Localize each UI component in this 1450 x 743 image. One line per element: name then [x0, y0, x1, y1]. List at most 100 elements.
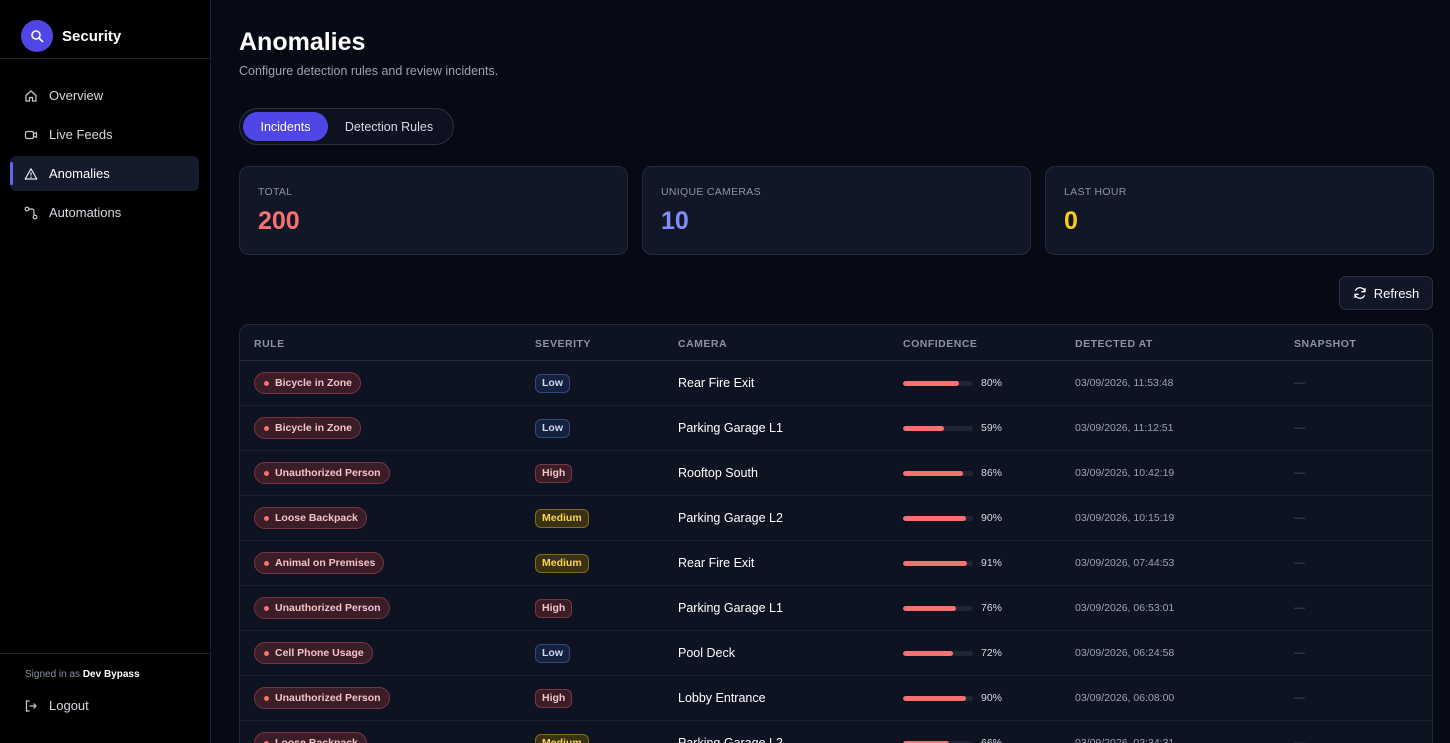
detected-at-value: 03/09/2026, 07:44:53: [1075, 557, 1175, 569]
rule-cell: Bicycle in Zone: [254, 406, 362, 450]
confidence-bar-fill: [903, 560, 967, 566]
confidence-bar-fill: [903, 470, 964, 476]
rule-cell: Bicycle in Zone: [254, 361, 362, 405]
rule-name: Unauthorized Person: [275, 692, 381, 704]
camera-cell: Parking Garage L2: [678, 721, 783, 743]
snapshot-cell: —: [1294, 676, 1305, 720]
detected-at-value: 03/09/2026, 06:53:01: [1075, 602, 1175, 614]
table-header: RULE SEVERITY CAMERA CONFIDENCE DETECTED…: [240, 325, 1432, 361]
severity-cell: Medium: [535, 496, 589, 540]
camera-cell: Parking Garage L1: [678, 406, 783, 450]
view-tabs: Incidents Detection Rules: [239, 108, 454, 145]
detected-at-cell: 03/09/2026, 10:42:19: [1075, 451, 1174, 495]
confidence-cell: 90%: [903, 496, 1002, 540]
rule-badge: Unauthorized Person: [254, 597, 390, 619]
column-header-camera[interactable]: CAMERA: [678, 338, 727, 350]
snapshot-cell: —: [1294, 496, 1305, 540]
table-row[interactable]: Bicycle in Zone Low Rear Fire Exit 80% 03/09…: [240, 361, 1432, 406]
signed-in-user: Dev Bypass: [82, 669, 140, 680]
rule-name: Bicycle in Zone: [275, 422, 353, 434]
rule-cell: Loose Backpack: [254, 721, 367, 743]
confidence-cell: 91%: [903, 541, 1002, 585]
snapshot-value: —: [1294, 377, 1305, 389]
rule-badge: Unauthorized Person: [254, 462, 390, 484]
snapshot-cell: —: [1294, 631, 1305, 675]
camera-name: Rooftop South: [678, 466, 758, 480]
logout-button[interactable]: Logout: [24, 698, 89, 713]
stat-card-unique-cameras: UNIQUE CAMERAS 10: [642, 166, 1031, 255]
confidence-value: 86%: [981, 467, 1003, 479]
status-dot-icon: [264, 470, 269, 476]
severity-badge: Low: [535, 643, 570, 663]
camera-name: Rear Fire Exit: [678, 376, 755, 390]
rule-cell: Unauthorized Person: [254, 586, 390, 630]
table-row[interactable]: Loose Backpack Medium Parking Garage L2 66%…: [240, 721, 1432, 743]
camera-name: Pool Deck: [678, 646, 735, 660]
page-subtitle: Configure detection rules and review inc…: [239, 64, 499, 78]
severity-badge: High: [535, 688, 573, 708]
sidebar-item-live-feeds[interactable]: Live Feeds: [10, 117, 199, 152]
column-header-detected-at[interactable]: DETECTED AT: [1075, 338, 1153, 350]
sidebar-item-automations[interactable]: Automations: [10, 195, 199, 230]
sidebar: Security Overview Live Feeds Anomalies A…: [0, 0, 211, 743]
refresh-button[interactable]: Refresh: [1339, 276, 1433, 310]
column-header-rule[interactable]: RULE: [254, 338, 285, 350]
detected-at-cell: 03/09/2026, 07:44:53: [1075, 541, 1174, 585]
sidebar-item-anomalies[interactable]: Anomalies: [10, 156, 199, 191]
table-row[interactable]: Loose Backpack Medium Parking Garage L2 90%…: [240, 496, 1432, 541]
alert-triangle-icon: [24, 167, 38, 181]
sidebar-divider: [0, 653, 210, 654]
sidebar-item-overview[interactable]: Overview: [10, 78, 199, 113]
status-dot-icon: [264, 605, 269, 611]
rule-badge: Bicycle in Zone: [254, 372, 362, 394]
detected-at-value: 03/09/2026, 10:42:19: [1075, 467, 1175, 479]
confidence-bar: [903, 605, 973, 611]
confidence-value: 76%: [981, 602, 1003, 614]
camera-name: Parking Garage L1: [678, 601, 783, 615]
table-row[interactable]: Unauthorized Person High Lobby Entrance 90%…: [240, 676, 1432, 721]
detected-at-cell: 03/09/2026, 03:34:31: [1075, 721, 1174, 743]
camera-cell: Parking Garage L2: [678, 496, 783, 540]
brand[interactable]: Security: [21, 20, 121, 52]
column-header-confidence[interactable]: CONFIDENCE: [903, 338, 977, 350]
confidence-value: 80%: [981, 377, 1003, 389]
severity-badge: Low: [535, 418, 570, 438]
confidence-bar: [903, 380, 973, 386]
status-dot-icon: [264, 515, 269, 521]
confidence-value: 66%: [981, 737, 1003, 743]
confidence-bar-fill: [903, 605, 957, 611]
table-row[interactable]: Unauthorized Person High Parking Garage L1…: [240, 586, 1432, 631]
detected-at-cell: 03/09/2026, 10:15:19: [1075, 496, 1174, 540]
confidence-cell: 90%: [903, 676, 1002, 720]
table-row[interactable]: Cell Phone Usage Low Pool Deck 72% 03/09/202…: [240, 631, 1432, 676]
confidence-value: 90%: [981, 692, 1003, 704]
snapshot-value: —: [1294, 512, 1305, 524]
detected-at-cell: 03/09/2026, 11:53:48: [1075, 361, 1173, 405]
table-row[interactable]: Unauthorized Person High Rooftop South 86% 0…: [240, 451, 1432, 496]
table-row[interactable]: Animal on Premises Medium Rear Fire Exit 91…: [240, 541, 1432, 586]
rule-cell: Unauthorized Person: [254, 451, 390, 495]
page-title: Anomalies: [239, 28, 366, 56]
stat-label: TOTAL: [258, 186, 293, 198]
severity-cell: High: [535, 451, 573, 495]
rule-name: Cell Phone Usage: [275, 647, 364, 659]
camera-cell: Parking Garage L1: [678, 586, 783, 630]
table-row[interactable]: Bicycle in Zone Low Parking Garage L1 59% 03…: [240, 406, 1432, 451]
rule-name: Bicycle in Zone: [275, 377, 353, 389]
tab-detection-rules[interactable]: Detection Rules: [334, 112, 444, 141]
stat-value: 0: [1064, 207, 1078, 235]
snapshot-cell: —: [1294, 451, 1305, 495]
severity-cell: Low: [535, 406, 570, 450]
column-header-snapshot[interactable]: SNAPSHOT: [1294, 338, 1356, 350]
rule-name: Loose Backpack: [275, 737, 358, 743]
stat-card-total: TOTAL 200: [239, 166, 628, 255]
snapshot-cell: —: [1294, 721, 1305, 743]
tab-incidents[interactable]: Incidents: [243, 112, 328, 141]
confidence-value: 91%: [981, 557, 1003, 569]
snapshot-cell: —: [1294, 586, 1305, 630]
column-header-severity[interactable]: SEVERITY: [535, 338, 591, 350]
workflow-icon: [24, 206, 38, 220]
refresh-icon: [1353, 286, 1367, 300]
severity-badge: High: [535, 598, 573, 618]
rule-badge: Cell Phone Usage: [254, 642, 373, 664]
